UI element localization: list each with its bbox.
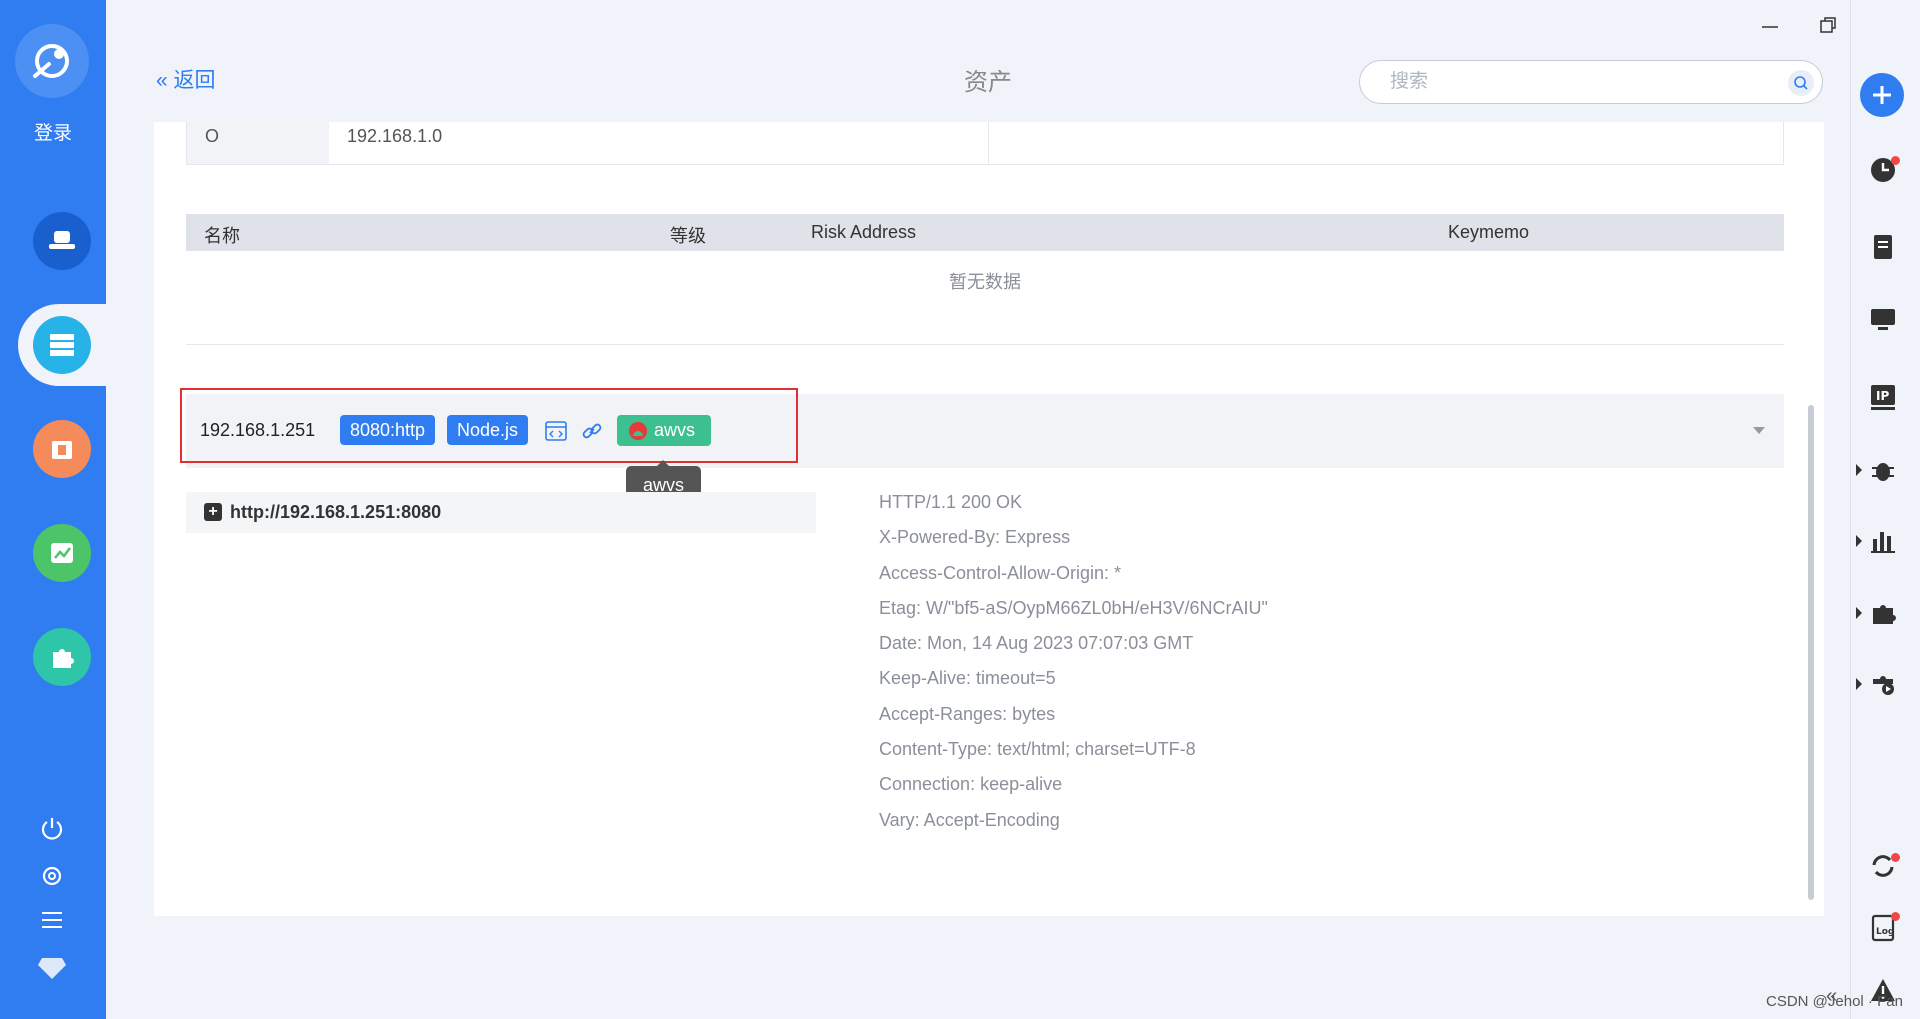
search-icon xyxy=(1794,76,1808,90)
highlight-annotation-box xyxy=(180,388,798,463)
hamburger-menu-icon xyxy=(42,912,62,928)
app-logo xyxy=(15,24,89,98)
bug-icon xyxy=(1872,463,1894,481)
info-table-row: O 192.168.1.0 xyxy=(186,122,1784,165)
expand-arrow-bug[interactable] xyxy=(1856,464,1862,476)
search-box xyxy=(1359,60,1823,104)
vertical-scrollbar[interactable] xyxy=(1808,405,1814,900)
settings-button[interactable] xyxy=(36,860,68,892)
response-header-line: Vary: Accept-Encoding xyxy=(879,809,1060,830)
svg-text:IP: IP xyxy=(1876,389,1889,403)
response-header-line: Accept-Ranges: bytes xyxy=(879,703,1056,724)
add-button[interactable] xyxy=(1860,73,1904,117)
nav-plugin-button[interactable] xyxy=(33,628,91,686)
chart-icon xyxy=(51,543,73,563)
url-list-item[interactable]: + http://192.168.1.251:8080 xyxy=(186,492,816,533)
col-level: 等级 xyxy=(670,226,706,246)
menu-button[interactable] xyxy=(36,904,68,936)
server-icon xyxy=(50,334,74,356)
document-button[interactable] xyxy=(1863,227,1903,267)
log-notification-dot xyxy=(1891,912,1900,921)
plugin-run-button[interactable] xyxy=(1863,664,1903,704)
response-header-line: Etag: W/"bf5-aS/OypM66ZL0bH/eH3V/6NCrAIU… xyxy=(879,597,1268,618)
gear-icon xyxy=(42,866,62,886)
rocket-logo-icon xyxy=(33,44,69,78)
expand-plus-icon[interactable]: + xyxy=(204,503,222,521)
stats-button[interactable] xyxy=(1863,521,1903,561)
restore-icon xyxy=(1820,17,1836,33)
diamond-icon xyxy=(38,958,66,979)
monitor-icon xyxy=(1871,309,1895,330)
info-label-cell: O xyxy=(187,122,329,164)
back-link[interactable]: « 返回 xyxy=(156,64,216,94)
plugin-icon xyxy=(53,649,74,668)
col-risk-address: Risk Address xyxy=(811,222,917,242)
search-input[interactable] xyxy=(1390,71,1770,93)
chevron-down-icon[interactable] xyxy=(1753,427,1765,434)
response-header-line: Content-Type: text/html; charset=UTF-8 xyxy=(879,739,1196,760)
nav-hat-button[interactable] xyxy=(33,212,91,270)
puzzle-icon xyxy=(1873,605,1896,624)
response-header-line: Connection: keep-alive xyxy=(879,774,1063,795)
separator xyxy=(186,344,1784,345)
monitor-button[interactable] xyxy=(1863,300,1903,340)
expand-arrow-stats[interactable] xyxy=(1856,535,1862,547)
sync-button[interactable] xyxy=(1863,846,1903,886)
plus-icon xyxy=(1873,86,1891,104)
minimize-icon xyxy=(1762,26,1778,28)
response-header-line: Date: Mon, 14 Aug 2023 07:07:03 GMT xyxy=(879,633,1194,654)
info-label-text: O xyxy=(205,126,220,146)
plugin-button[interactable] xyxy=(1863,593,1903,633)
ip-icon: IP xyxy=(1871,385,1895,410)
expand-arrow-plugin-run[interactable] xyxy=(1856,678,1862,690)
vip-button[interactable] xyxy=(36,952,68,984)
bar-chart-icon xyxy=(1871,532,1895,553)
response-header-line: Access-Control-Allow-Origin: * xyxy=(879,562,1122,583)
risk-table-header: 名称 等级 Risk Address Keymemo xyxy=(186,214,1784,251)
minimize-button[interactable] xyxy=(1750,10,1790,40)
response-header-line: HTTP/1.1 200 OK xyxy=(879,492,1023,512)
col-keymemo: Keymemo xyxy=(1448,222,1530,242)
empty-table-text: 暂无数据 xyxy=(949,272,1021,292)
info-value-text: 192.168.1.0 xyxy=(347,126,443,146)
expand-arrow-plugin[interactable] xyxy=(1856,607,1862,619)
bug-button[interactable] xyxy=(1863,450,1903,490)
response-headers: HTTP/1.1 200 OK X-Powered-By: Express Ac… xyxy=(879,492,1268,845)
restore-button[interactable] xyxy=(1808,10,1848,40)
nav-chart-button[interactable] xyxy=(33,524,91,582)
page-title: 资产 xyxy=(964,69,1012,96)
history-notification-dot xyxy=(1891,156,1900,165)
svg-text:Log: Log xyxy=(1876,927,1894,937)
nav-assets-button[interactable] xyxy=(33,316,91,374)
watermark: CSDN @Jehol · Fan xyxy=(1766,993,1903,1010)
col-name: 名称 xyxy=(204,226,240,246)
power-icon xyxy=(41,818,63,840)
power-button[interactable] xyxy=(36,812,68,844)
sync-notification-dot xyxy=(1891,853,1900,862)
response-header-line: X-Powered-By: Express xyxy=(879,527,1071,548)
url-text: http://192.168.1.251:8080 xyxy=(230,502,442,522)
puzzle-play-icon xyxy=(1873,676,1894,695)
login-label[interactable]: 登录 xyxy=(0,118,106,145)
nav-vuln-button[interactable] xyxy=(33,420,91,478)
hat-icon xyxy=(49,231,75,249)
response-header-line: Keep-Alive: timeout=5 xyxy=(879,668,1056,689)
bug-report-icon xyxy=(52,441,72,459)
left-sidebar: 登录 xyxy=(0,0,118,1019)
document-icon xyxy=(1874,235,1892,259)
search-button[interactable] xyxy=(1788,70,1814,96)
ip-button[interactable]: IP xyxy=(1863,377,1903,417)
cell-divider xyxy=(988,122,989,164)
